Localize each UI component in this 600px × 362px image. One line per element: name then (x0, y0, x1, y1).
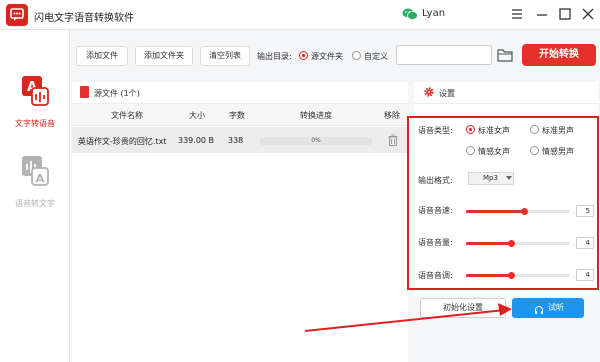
sidebar-item-label: 文字转语音 (15, 119, 55, 128)
app-title: 闪电文字语音转换软件 (34, 13, 134, 24)
gear-icon (423, 86, 435, 98)
trash-icon[interactable] (388, 134, 398, 146)
listen-label: 试听 (548, 303, 564, 312)
headphone-icon (534, 303, 544, 314)
radio-custom[interactable] (352, 51, 361, 60)
column-header: 文件名称 (111, 111, 143, 120)
file-panel-title: 源文件 (1个) (94, 89, 140, 98)
radio-source-folder-label: 源文件夹 (311, 52, 343, 61)
radio-custom-label: 自定义 (364, 52, 388, 61)
folder-icon[interactable] (497, 48, 514, 62)
app-window: 闪电文字语音转换软件 Lyan A 文字转语音 A 语音转文字 添加文件 添加文… (0, 0, 600, 362)
char-count-cell: 338 (228, 136, 244, 145)
column-header: 字数 (229, 111, 245, 120)
file-icon (80, 86, 89, 98)
close-icon[interactable] (579, 5, 597, 23)
menu-icon[interactable] (508, 5, 526, 23)
sidebar-item-speech-to-text[interactable]: A 语音转文字 (0, 148, 70, 218)
file-name-cell: 英语作文-珍贵的回忆.txt (78, 137, 167, 146)
output-path-input[interactable] (396, 45, 492, 65)
svg-text:A: A (36, 172, 45, 185)
progress-text: 0% (311, 137, 321, 144)
minimize-icon[interactable] (533, 5, 551, 23)
clear-list-button[interactable]: 清空列表 (200, 46, 250, 66)
file-size-cell: 339.00 B (178, 136, 215, 145)
column-header: 转换进度 (300, 111, 332, 120)
app-logo-icon (6, 4, 28, 26)
column-header: 大小 (189, 111, 205, 120)
start-convert-button[interactable]: 开始转换 (522, 44, 596, 66)
radio-source-folder[interactable] (299, 51, 308, 60)
sidebar-item-text-to-speech[interactable]: A 文字转语音 (0, 68, 70, 138)
speech-to-text-icon: A (20, 154, 50, 188)
reset-settings-button[interactable]: 初始化设置 (420, 298, 506, 318)
add-file-button[interactable]: 添加文件 (76, 46, 128, 66)
sidebar-item-label: 语音转文字 (15, 199, 55, 208)
wechat-icon (402, 7, 418, 21)
sidebar: A 文字转语音 A 语音转文字 (0, 30, 70, 362)
column-header: 移除 (384, 111, 400, 120)
listen-button[interactable]: 试听 (512, 298, 584, 318)
settings-title: 设置 (439, 89, 455, 98)
text-to-speech-icon: A (20, 74, 50, 108)
highlight-frame (407, 116, 599, 290)
add-folder-button[interactable]: 添加文件夹 (135, 46, 193, 66)
maximize-icon[interactable] (556, 5, 574, 23)
username[interactable]: Lyan (422, 8, 445, 19)
output-dir-label: 输出目录: (257, 52, 292, 61)
